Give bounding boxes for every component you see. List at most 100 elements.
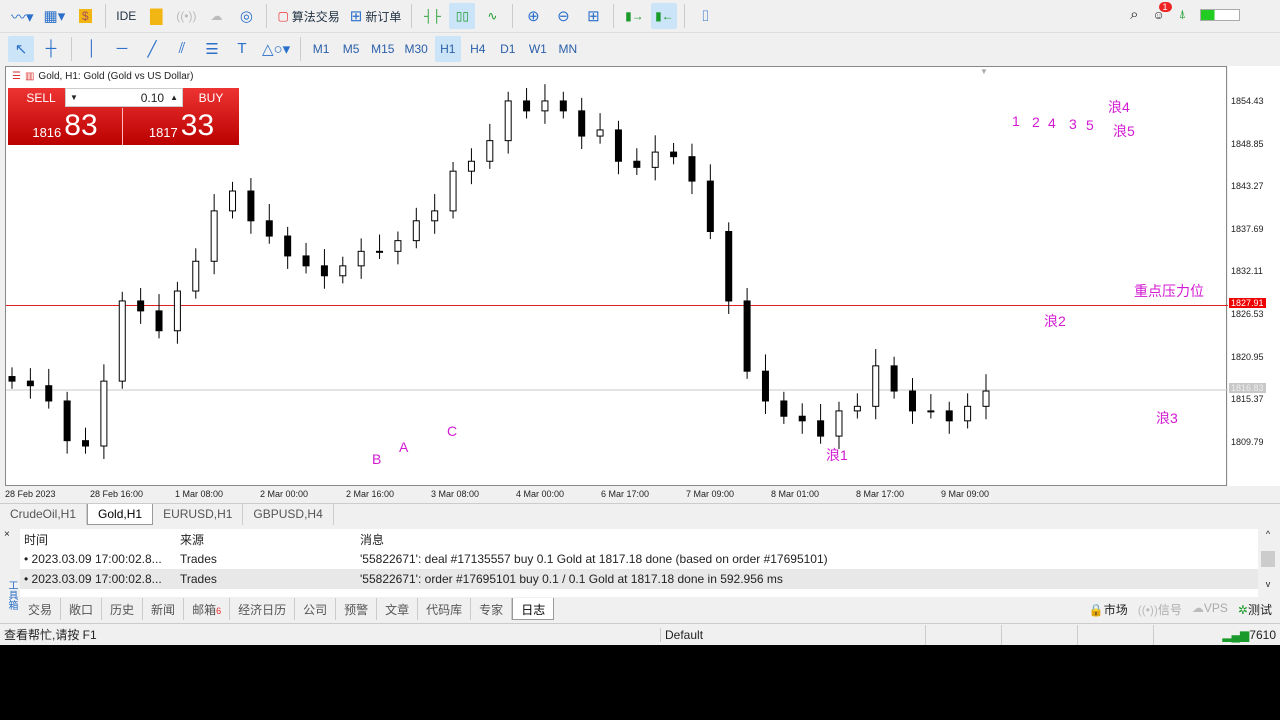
channel-button[interactable]: ⫽ <box>169 36 195 62</box>
timeframe-M15[interactable]: M15 <box>368 36 397 62</box>
trendline-button[interactable]: ╱ <box>139 36 165 62</box>
toolbox-tab[interactable]: 文章 <box>377 598 419 620</box>
symbol-tab[interactable]: GBPUSD,H4 <box>243 504 334 525</box>
status-profile[interactable]: Default <box>660 627 850 642</box>
toolbox-tab[interactable]: 专家 <box>471 598 513 620</box>
right-tab[interactable]: ☁VPS <box>1192 601 1228 618</box>
toolbox-tab[interactable]: 新闻 <box>143 598 185 620</box>
header-source[interactable]: 来源 <box>180 531 360 548</box>
label-wave5: 浪5 <box>1113 123 1135 139</box>
timeframe-W1[interactable]: W1 <box>525 36 551 62</box>
timeframe-H4[interactable]: H4 <box>465 36 491 62</box>
zoom-out-button[interactable]: ⊖ <box>550 3 576 29</box>
right-tab[interactable]: ((•))信号 <box>1138 601 1182 618</box>
buy-price[interactable]: 1817 33 <box>124 108 239 145</box>
bar-chart-button[interactable]: ┤├ <box>419 3 445 29</box>
hline-button[interactable]: ─ <box>109 36 135 62</box>
timeframe-M5[interactable]: M5 <box>338 36 364 62</box>
candle <box>284 226 292 269</box>
indicator-icon: ▦▾ <box>43 8 66 25</box>
price-tick: 1820.95 <box>1231 351 1264 362</box>
indicators-button[interactable]: ▦▾ <box>41 3 69 29</box>
vps-button[interactable]: ☁ <box>203 3 229 29</box>
market-button[interactable]: ▇ <box>143 3 169 29</box>
tile-button[interactable]: ⊞ <box>580 3 606 29</box>
screenshot-button[interactable]: ⌷ <box>692 3 718 29</box>
timeframe-M1[interactable]: M1 <box>308 36 334 62</box>
candle <box>173 281 181 344</box>
menu-icon[interactable]: ☰ <box>12 71 21 82</box>
candle <box>339 256 347 284</box>
crosshair-button[interactable]: ┼ <box>38 36 64 62</box>
header-message[interactable]: 消息 <box>360 531 1258 548</box>
toolbox-tab[interactable]: 历史 <box>102 598 144 620</box>
text-button[interactable]: T <box>229 36 255 62</box>
stop-icon: ▢ <box>277 9 289 23</box>
signals-button[interactable]: ((•)) <box>173 3 199 29</box>
line-button[interactable]: ∿ <box>479 3 505 29</box>
symbol-tab[interactable]: CrudeOil,H1 <box>0 504 88 525</box>
candle-chart-button[interactable]: ▯▯ <box>449 3 476 29</box>
toolbox-tab[interactable]: 预警 <box>336 598 378 620</box>
radar-button[interactable]: ◎ <box>233 3 259 29</box>
fibo-button[interactable]: ☰ <box>199 36 225 62</box>
table-row[interactable]: • 2023.03.09 17:00:02.8... Trades '5582267… <box>20 569 1258 589</box>
top-right-tools: ⌕ ☺ 1 ⍋ <box>1130 1 1240 23</box>
buy-button[interactable]: BUY <box>183 88 239 108</box>
timeframe-M30[interactable]: M30 <box>401 36 430 62</box>
dollar-button[interactable]: $ <box>72 3 98 29</box>
volume-value[interactable]: 0.10 <box>141 91 164 105</box>
search-icon[interactable]: ⌕ <box>1130 6 1138 23</box>
close-icon[interactable]: × <box>4 529 18 540</box>
toolbox-tab[interactable]: 代码库 <box>418 598 472 620</box>
symbol-tab[interactable]: EURUSD,H1 <box>153 504 244 525</box>
toolbox-tab[interactable]: 邮箱6 <box>184 598 231 620</box>
notifications-icon[interactable]: ☺ 1 <box>1153 1 1172 22</box>
candle <box>192 248 200 299</box>
header-time[interactable]: 时间 <box>20 531 180 548</box>
ide-button[interactable]: IDE <box>113 3 139 29</box>
price-tick: 1815.37 <box>1231 394 1264 405</box>
line-icon: ∿ <box>487 9 498 23</box>
zoom-in-button[interactable]: ⊕ <box>520 3 546 29</box>
toolbox-tab[interactable]: 交易 <box>20 598 62 620</box>
tester-icon: ✲ <box>1237 603 1248 617</box>
volume-down-icon[interactable]: ▼ <box>70 93 78 102</box>
cursor-button[interactable]: ↖ <box>8 35 34 62</box>
toolbox-tab[interactable]: 公司 <box>295 598 337 620</box>
algo-trading-button[interactable]: ▢ 算法交易 <box>274 3 342 29</box>
toolbox-tab[interactable]: 经济日历 <box>230 598 296 620</box>
timeframe-D1[interactable]: D1 <box>495 36 521 62</box>
right-tabs: 🔒市场 ((•))信号 ☁VPS ✲测试 <box>1089 601 1272 618</box>
candle <box>302 242 310 274</box>
symbol-tab[interactable]: Gold,H1 <box>87 504 154 525</box>
toolbox-tab[interactable]: 日志 <box>512 598 555 620</box>
volume-stepper[interactable]: ▼ 0.10 ▲ <box>65 88 183 107</box>
price-tick: 1837.69 <box>1231 223 1264 234</box>
line-chart-button[interactable]: 〰▾ <box>8 3 37 29</box>
autoscroll-button[interactable]: ▮→ <box>621 3 647 29</box>
dollar-icon: $ <box>78 9 92 23</box>
radar-icon: ◎ <box>239 8 253 25</box>
timeframe-MN[interactable]: MN <box>555 36 581 62</box>
shift-marker-icon[interactable]: ▼ <box>980 67 988 76</box>
right-tab[interactable]: 🔒市场 <box>1089 601 1128 618</box>
sell-price[interactable]: 1816 83 <box>8 108 123 145</box>
connection-status[interactable]: ▂▄▆7610 <box>1218 628 1280 642</box>
volume-up-icon[interactable]: ▲ <box>170 93 178 102</box>
crosshair-icon: ┼ <box>45 40 57 57</box>
table-row[interactable]: • 2023.03.09 17:00:02.8... Trades '5582267… <box>20 549 1258 569</box>
new-order-button[interactable]: ⊞ 新订单 <box>347 3 405 29</box>
algo-label: 算法交易 <box>291 9 340 24</box>
log-scrollbar[interactable]: ^ v <box>1259 529 1277 597</box>
shapes-button[interactable]: △○▾ <box>259 36 293 62</box>
candle <box>964 393 972 429</box>
right-tab[interactable]: ✲测试 <box>1238 601 1272 618</box>
chart-shift-button[interactable]: ▮← <box>651 3 678 29</box>
bid-price-label: 1816.83 <box>1229 383 1266 394</box>
candle <box>137 287 145 324</box>
status-bar: 查看帮忙,请按 F1 Default ▂▄▆7610 <box>0 623 1280 645</box>
vline-button[interactable]: │ <box>79 36 105 62</box>
timeframe-H1[interactable]: H1 <box>434 35 461 62</box>
toolbox-tab[interactable]: 敞口 <box>61 598 103 620</box>
